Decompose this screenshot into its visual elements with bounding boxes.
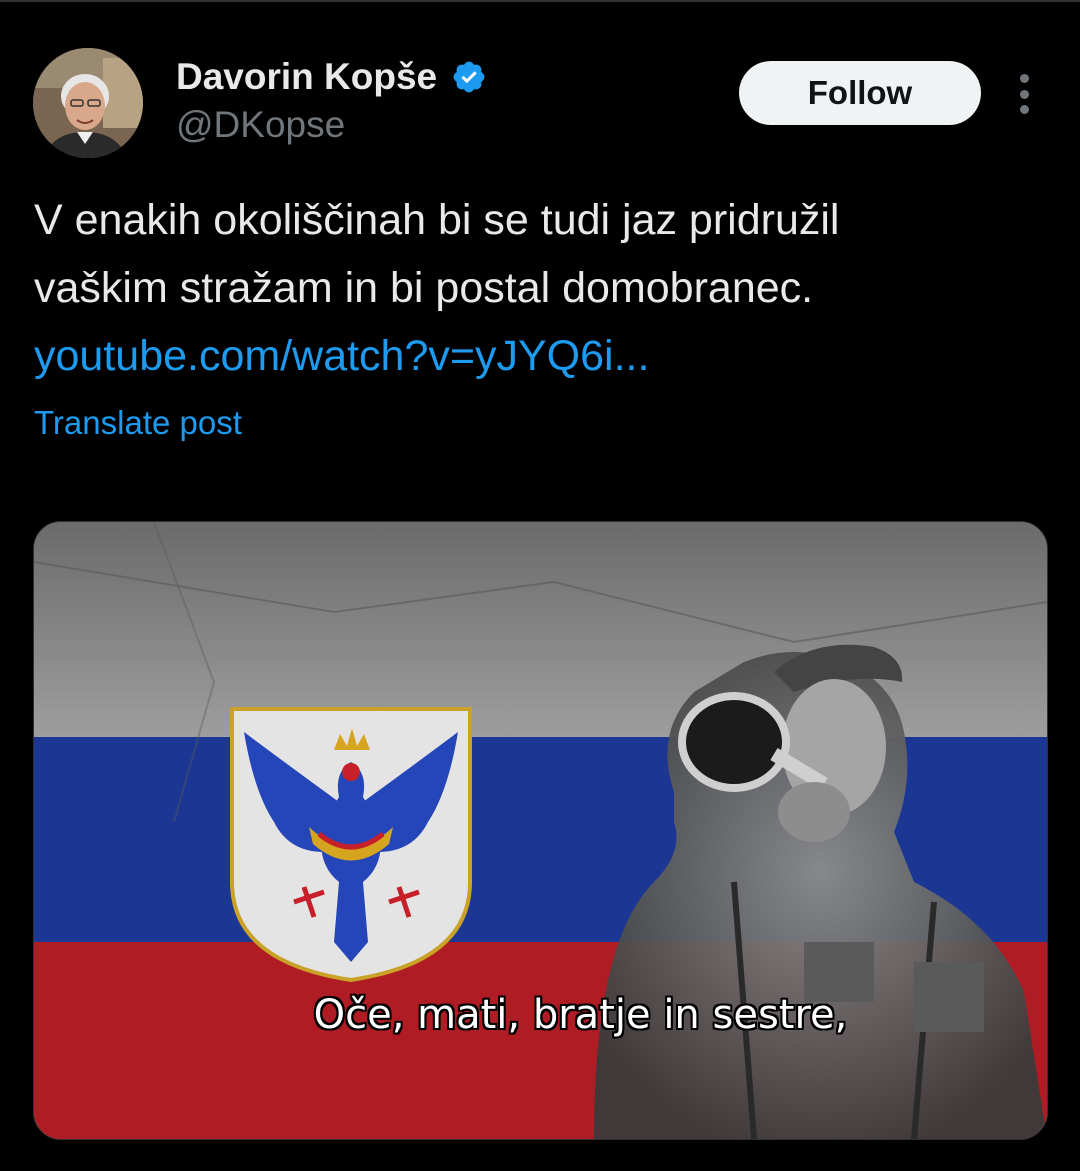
post-media[interactable]: Oče, mati, bratje in sestre, bbox=[33, 521, 1048, 1140]
post-text-line: V enakih okoliščinah bi se tudi jaz prid… bbox=[34, 196, 840, 244]
coat-of-arms-icon bbox=[230, 707, 472, 983]
post-link[interactable]: youtube.com/watch?v=yJYQ6i... bbox=[34, 322, 1044, 390]
more-dot bbox=[1019, 105, 1029, 114]
more-dot bbox=[1019, 74, 1029, 83]
profile-photo-icon bbox=[33, 48, 143, 158]
verified-badge-icon bbox=[453, 61, 485, 93]
more-vertical-icon[interactable] bbox=[1010, 74, 1038, 114]
top-divider bbox=[0, 0, 1080, 2]
author-name-text: Davorin Kopše bbox=[176, 56, 438, 97]
more-dot bbox=[1019, 89, 1029, 99]
video-thumbnail bbox=[34, 522, 1047, 1139]
translate-post-link[interactable]: Translate post bbox=[34, 404, 242, 442]
video-subtitle: Oče, mati, bratje in sestre, bbox=[313, 992, 848, 1038]
post-text: V enakih okoliščinah bi se tudi jaz prid… bbox=[34, 186, 1044, 390]
author-handle[interactable]: @DKopse bbox=[176, 104, 345, 146]
post-text-line: vaškim stražam in bi postal domobranec. bbox=[34, 264, 814, 312]
follow-button[interactable]: Follow bbox=[739, 61, 981, 125]
author-name[interactable]: Davorin Kopše bbox=[176, 56, 487, 98]
author-avatar[interactable] bbox=[33, 48, 143, 158]
